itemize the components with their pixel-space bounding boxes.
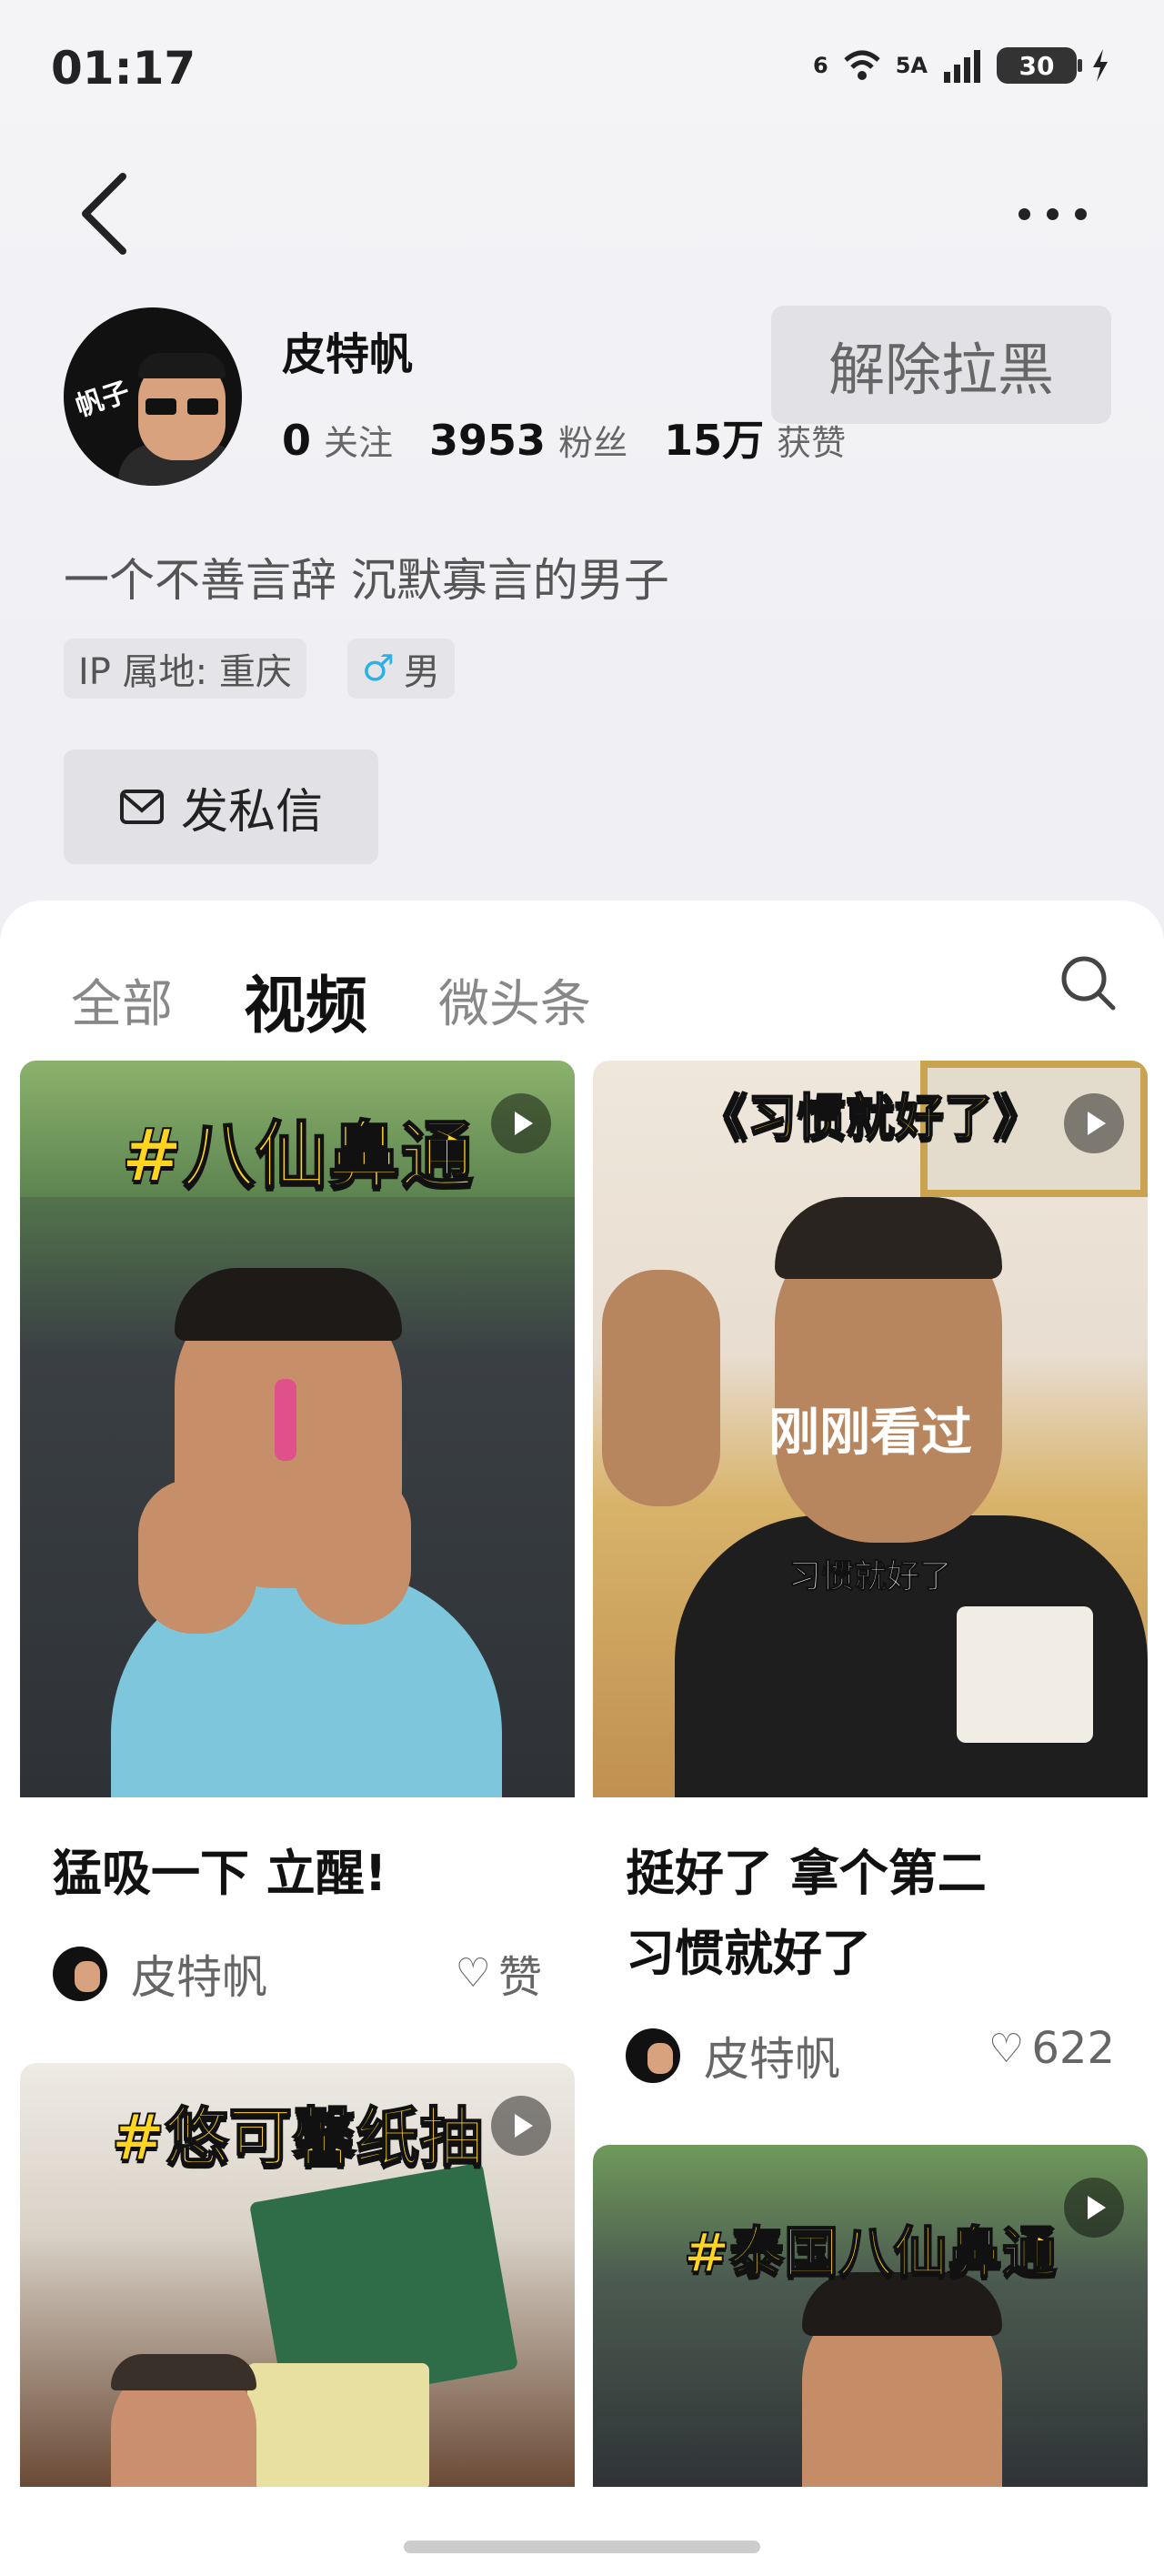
like-button[interactable]: ♡ 赞 (456, 1941, 542, 2005)
wifi-icon (844, 50, 880, 80)
tab-all[interactable]: 全部 (71, 963, 173, 1037)
video-author[interactable]: 皮特帆 (53, 1941, 267, 2007)
heart-icon: ♡ (988, 2025, 1025, 2072)
profile-name: 皮特帆 (282, 329, 414, 380)
video-thumbnail[interactable]: #悠可馨纸抽 (20, 2063, 575, 2487)
avatar[interactable]: 帆子 (64, 307, 242, 486)
thumbnail-title: #泰国八仙鼻通 (683, 2220, 1058, 2286)
play-icon (491, 2096, 551, 2156)
battery-level: 30 (1018, 50, 1055, 81)
stat-following[interactable]: 0 关注 (282, 415, 393, 465)
search-button[interactable] (1057, 951, 1120, 1015)
tab-micro-posts[interactable]: 微头条 (438, 963, 591, 1037)
mail-icon (119, 790, 164, 824)
male-icon: ♂ (362, 648, 395, 689)
signal-icon (944, 50, 980, 83)
home-indicator[interactable] (404, 2541, 760, 2553)
play-icon (491, 1093, 551, 1153)
unblock-button[interactable]: 解除拉黑 (771, 306, 1111, 424)
network-label: 5A (895, 53, 928, 78)
recently-watched-overlay: 刚刚看过 (768, 1404, 972, 1463)
status-bar: 01:17 6 5A 30 (0, 0, 1164, 136)
tab-videos[interactable]: 视频 (244, 955, 367, 1045)
video-card[interactable]: 《习惯就好了》 刚刚看过 习惯就好了 挺好了 拿个第二 习惯就好了 皮特帆 ♡ … (593, 1061, 1148, 2086)
back-icon (82, 173, 126, 255)
video-card[interactable]: #八仙鼻通 猛吸一下 立醒! 皮特帆 ♡ 赞 (20, 1061, 575, 2004)
video-thumbnail[interactable]: #八仙鼻通 (20, 1061, 575, 1797)
author-avatar (53, 1947, 107, 2001)
play-icon (1064, 2178, 1124, 2238)
gender-label: 男 (403, 651, 440, 693)
search-icon (1061, 956, 1116, 1011)
play-icon (1064, 1093, 1124, 1153)
content-tabs: 全部 视频 微头条 (71, 955, 662, 1045)
video-author[interactable]: 皮特帆 (626, 2023, 840, 2088)
thumbnail-title: 《习惯就好了》 (697, 1088, 1043, 1147)
video-card[interactable]: #泰国八仙鼻通 (593, 2145, 1148, 2487)
back-button[interactable] (73, 164, 136, 264)
heart-icon: ♡ (455, 1949, 491, 1997)
stat-followers[interactable]: 3953 粉丝 (429, 415, 627, 465)
thumbnail-title: #八仙鼻通 (120, 1112, 474, 1199)
video-title: 猛吸一下 立醒! (53, 1845, 387, 1902)
video-thumbnail[interactable]: #泰国八仙鼻通 (593, 2145, 1148, 2487)
status-time: 01:17 (51, 42, 196, 95)
send-message-button[interactable]: 发私信 (64, 750, 378, 864)
more-icon (1018, 207, 1030, 220)
video-thumbnail[interactable]: 《习惯就好了》 刚刚看过 习惯就好了 (593, 1061, 1148, 1797)
more-button[interactable] (1018, 186, 1109, 241)
profile-bio: 一个不善言辞 沉默寡言的男子 (64, 554, 669, 607)
video-title: 挺好了 拿个第二 习惯就好了 (626, 1845, 987, 1982)
video-card[interactable]: #悠可馨纸抽 (20, 2063, 575, 2487)
avatar-logo-text: 帆子 (72, 376, 135, 424)
like-button[interactable]: ♡ 622 (988, 2023, 1115, 2074)
wifi-label: 6 (813, 53, 828, 78)
ip-location-tag: IP 属地: 重庆 (64, 639, 306, 699)
author-avatar (626, 2028, 680, 2083)
battery-icon: 30 (997, 47, 1082, 84)
send-message-label: 发私信 (180, 784, 323, 840)
status-icons: 6 5A 30 (813, 47, 1109, 84)
charging-icon (1093, 49, 1108, 82)
gender-tag: ♂ 男 (347, 639, 455, 699)
video-caption: 习惯就好了 (788, 1558, 952, 1596)
